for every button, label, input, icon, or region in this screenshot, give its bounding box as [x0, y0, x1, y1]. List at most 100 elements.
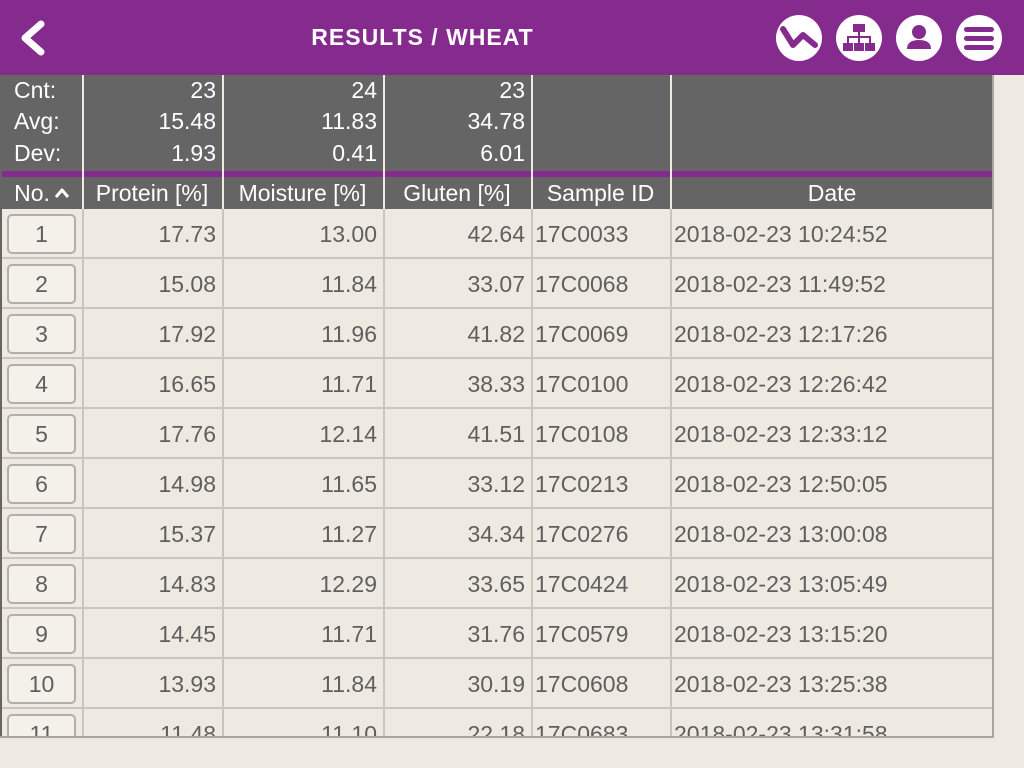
- table-row[interactable]: 11 11.48 11.10 22.18 17C0683 2018-02-23 13:31…: [2, 709, 994, 738]
- row-number-button[interactable]: 5: [7, 414, 76, 454]
- gluten-cell: 41.82: [467, 321, 525, 347]
- user-icon: [907, 25, 931, 49]
- sample-id-cell: 17C0579: [535, 621, 629, 647]
- moisture-cell: 11.10: [321, 721, 377, 738]
- table-row[interactable]: 6 14.98 11.65 33.12 17C0213 2018-02-23 12:50:…: [2, 459, 994, 509]
- sitemap-button[interactable]: [836, 15, 882, 61]
- row-number-button[interactable]: 2: [7, 264, 76, 304]
- chart-trend-button[interactable]: [776, 15, 822, 61]
- gluten-cell: 31.76: [467, 621, 525, 647]
- table-row[interactable]: 10 13.93 11.84 30.19 17C0608 2018-02-23 13:25…: [2, 659, 994, 709]
- sample-id-cell: 17C0068: [535, 271, 629, 297]
- moisture-cell: 13.00: [319, 221, 377, 247]
- moisture-cell: 12.14: [319, 421, 377, 447]
- column-header-no-label: No.: [14, 180, 50, 206]
- date-cell: 2018-02-23 10:24:52: [674, 221, 888, 247]
- sample-id-cell: 17C0683: [535, 721, 629, 738]
- stat-label-count: Cnt:: [14, 77, 57, 103]
- sample-id-cell: 17C0608: [535, 671, 629, 697]
- date-cell: 2018-02-23 13:25:38: [674, 671, 888, 697]
- gluten-count: 23: [499, 77, 525, 103]
- row-number-button[interactable]: 7: [7, 514, 76, 554]
- column-header-sample-id[interactable]: Sample ID: [531, 177, 670, 209]
- column-header-moisture[interactable]: Moisture [%]: [222, 177, 383, 209]
- column-line: [670, 209, 672, 738]
- protein-cell: 17.73: [158, 221, 216, 247]
- table-row[interactable]: 7 15.37 11.27 34.34 17C0276 2018-02-23 13:00:…: [2, 509, 994, 559]
- protein-cell: 17.76: [158, 421, 216, 447]
- gluten-cell: 22.18: [467, 721, 525, 738]
- column-separator: [670, 75, 672, 209]
- sitemap-icon: [843, 24, 875, 51]
- sample-id-cell: 17C0276: [535, 521, 629, 547]
- gluten-cell: 33.65: [467, 571, 525, 597]
- column-separator: [383, 75, 385, 209]
- table-row[interactable]: 9 14.45 11.71 31.76 17C0579 2018-02-23 13:15:…: [2, 609, 994, 659]
- table-bottom-edge: [0, 736, 994, 738]
- row-number-button[interactable]: 9: [7, 614, 76, 654]
- date-cell: 2018-02-23 13:05:49: [674, 571, 888, 597]
- column-separator: [222, 75, 224, 209]
- date-cell: 2018-02-23 12:33:12: [674, 421, 888, 447]
- table-row[interactable]: 2 15.08 11.84 33.07 17C0068 2018-02-23 11:49:…: [2, 259, 994, 309]
- sample-id-cell: 17C0424: [535, 571, 629, 597]
- date-cell: 2018-02-23 13:31:58: [674, 721, 888, 738]
- gluten-cell: 34.34: [467, 521, 525, 547]
- moisture-cell: 12.29: [319, 571, 377, 597]
- column-separator: [531, 75, 533, 209]
- column-line: [82, 209, 84, 738]
- moisture-cell: 11.71: [321, 371, 377, 397]
- row-number-button[interactable]: 11: [7, 714, 76, 738]
- protein-cell: 14.83: [158, 571, 216, 597]
- table-row[interactable]: 4 16.65 11.71 38.33 17C0100 2018-02-23 12:26:…: [2, 359, 994, 409]
- moisture-cell: 11.96: [321, 321, 377, 347]
- table-row[interactable]: 1 17.73 13.00 42.64 17C0033 2018-02-23 10:24:…: [2, 209, 994, 259]
- table-row[interactable]: 5 17.76 12.14 41.51 17C0108 2018-02-23 12:33:…: [2, 409, 994, 459]
- menu-button[interactable]: [956, 15, 1002, 61]
- row-number-button[interactable]: 8: [7, 564, 76, 604]
- user-button[interactable]: [896, 15, 942, 61]
- table-header: No. Protein [%] Moisture [%] Gluten [%] …: [2, 177, 994, 209]
- column-header-date[interactable]: Date: [670, 177, 994, 209]
- protein-cell: 17.92: [158, 321, 216, 347]
- column-header-protein[interactable]: Protein [%]: [82, 177, 222, 209]
- moisture-cell: 11.27: [321, 521, 377, 547]
- sample-id-cell: 17C0069: [535, 321, 629, 347]
- gluten-cell: 38.33: [467, 371, 525, 397]
- sample-id-cell: 17C0108: [535, 421, 629, 447]
- table-row[interactable]: 8 14.83 12.29 33.65 17C0424 2018-02-23 13:05:…: [2, 559, 994, 609]
- protein-cell: 13.93: [158, 671, 216, 697]
- menu-icon: [964, 27, 994, 50]
- stat-labels: Cnt: Avg: Dev:: [2, 75, 82, 171]
- protein-deviation: 1.93: [171, 140, 216, 166]
- row-number-button[interactable]: 4: [7, 364, 76, 404]
- row-number-button[interactable]: 1: [7, 214, 76, 254]
- moisture-average: 11.83: [321, 108, 377, 134]
- sample-id-cell: 17C0100: [535, 371, 629, 397]
- protein-count: 23: [190, 77, 216, 103]
- row-number-button[interactable]: 10: [7, 664, 76, 704]
- moisture-cell: 11.71: [321, 621, 377, 647]
- results-table-body[interactable]: 1 17.73 13.00 42.64 17C0033 2018-02-23 10:24:…: [2, 209, 994, 738]
- row-number-button[interactable]: 3: [7, 314, 76, 354]
- column-header-no[interactable]: No.: [2, 177, 82, 209]
- protein-cell: 15.08: [158, 271, 216, 297]
- date-cell: 2018-02-23 13:15:20: [674, 621, 888, 647]
- gluten-deviation: 6.01: [480, 140, 525, 166]
- date-cell: 2018-02-23 12:17:26: [674, 321, 888, 347]
- column-header-gluten[interactable]: Gluten [%]: [383, 177, 531, 209]
- stat-label-average: Avg:: [14, 108, 60, 134]
- stat-moisture: 24 11.83 0.41: [222, 75, 383, 171]
- top-bar: RESULTS / WHEAT: [0, 0, 1024, 75]
- date-cell: 2018-02-23 11:49:52: [674, 271, 886, 297]
- table-left-edge: [0, 75, 2, 738]
- sample-id-cell: 17C0213: [535, 471, 629, 497]
- sort-ascending-icon: [54, 188, 70, 198]
- date-cell: 2018-02-23 13:00:08: [674, 521, 888, 547]
- column-line: [383, 209, 385, 738]
- gluten-cell: 33.07: [467, 271, 525, 297]
- row-number-button[interactable]: 6: [7, 464, 76, 504]
- protein-cell: 14.45: [158, 621, 216, 647]
- table-row[interactable]: 3 17.92 11.96 41.82 17C0069 2018-02-23 12:17:…: [2, 309, 994, 359]
- protein-average: 15.48: [158, 108, 216, 134]
